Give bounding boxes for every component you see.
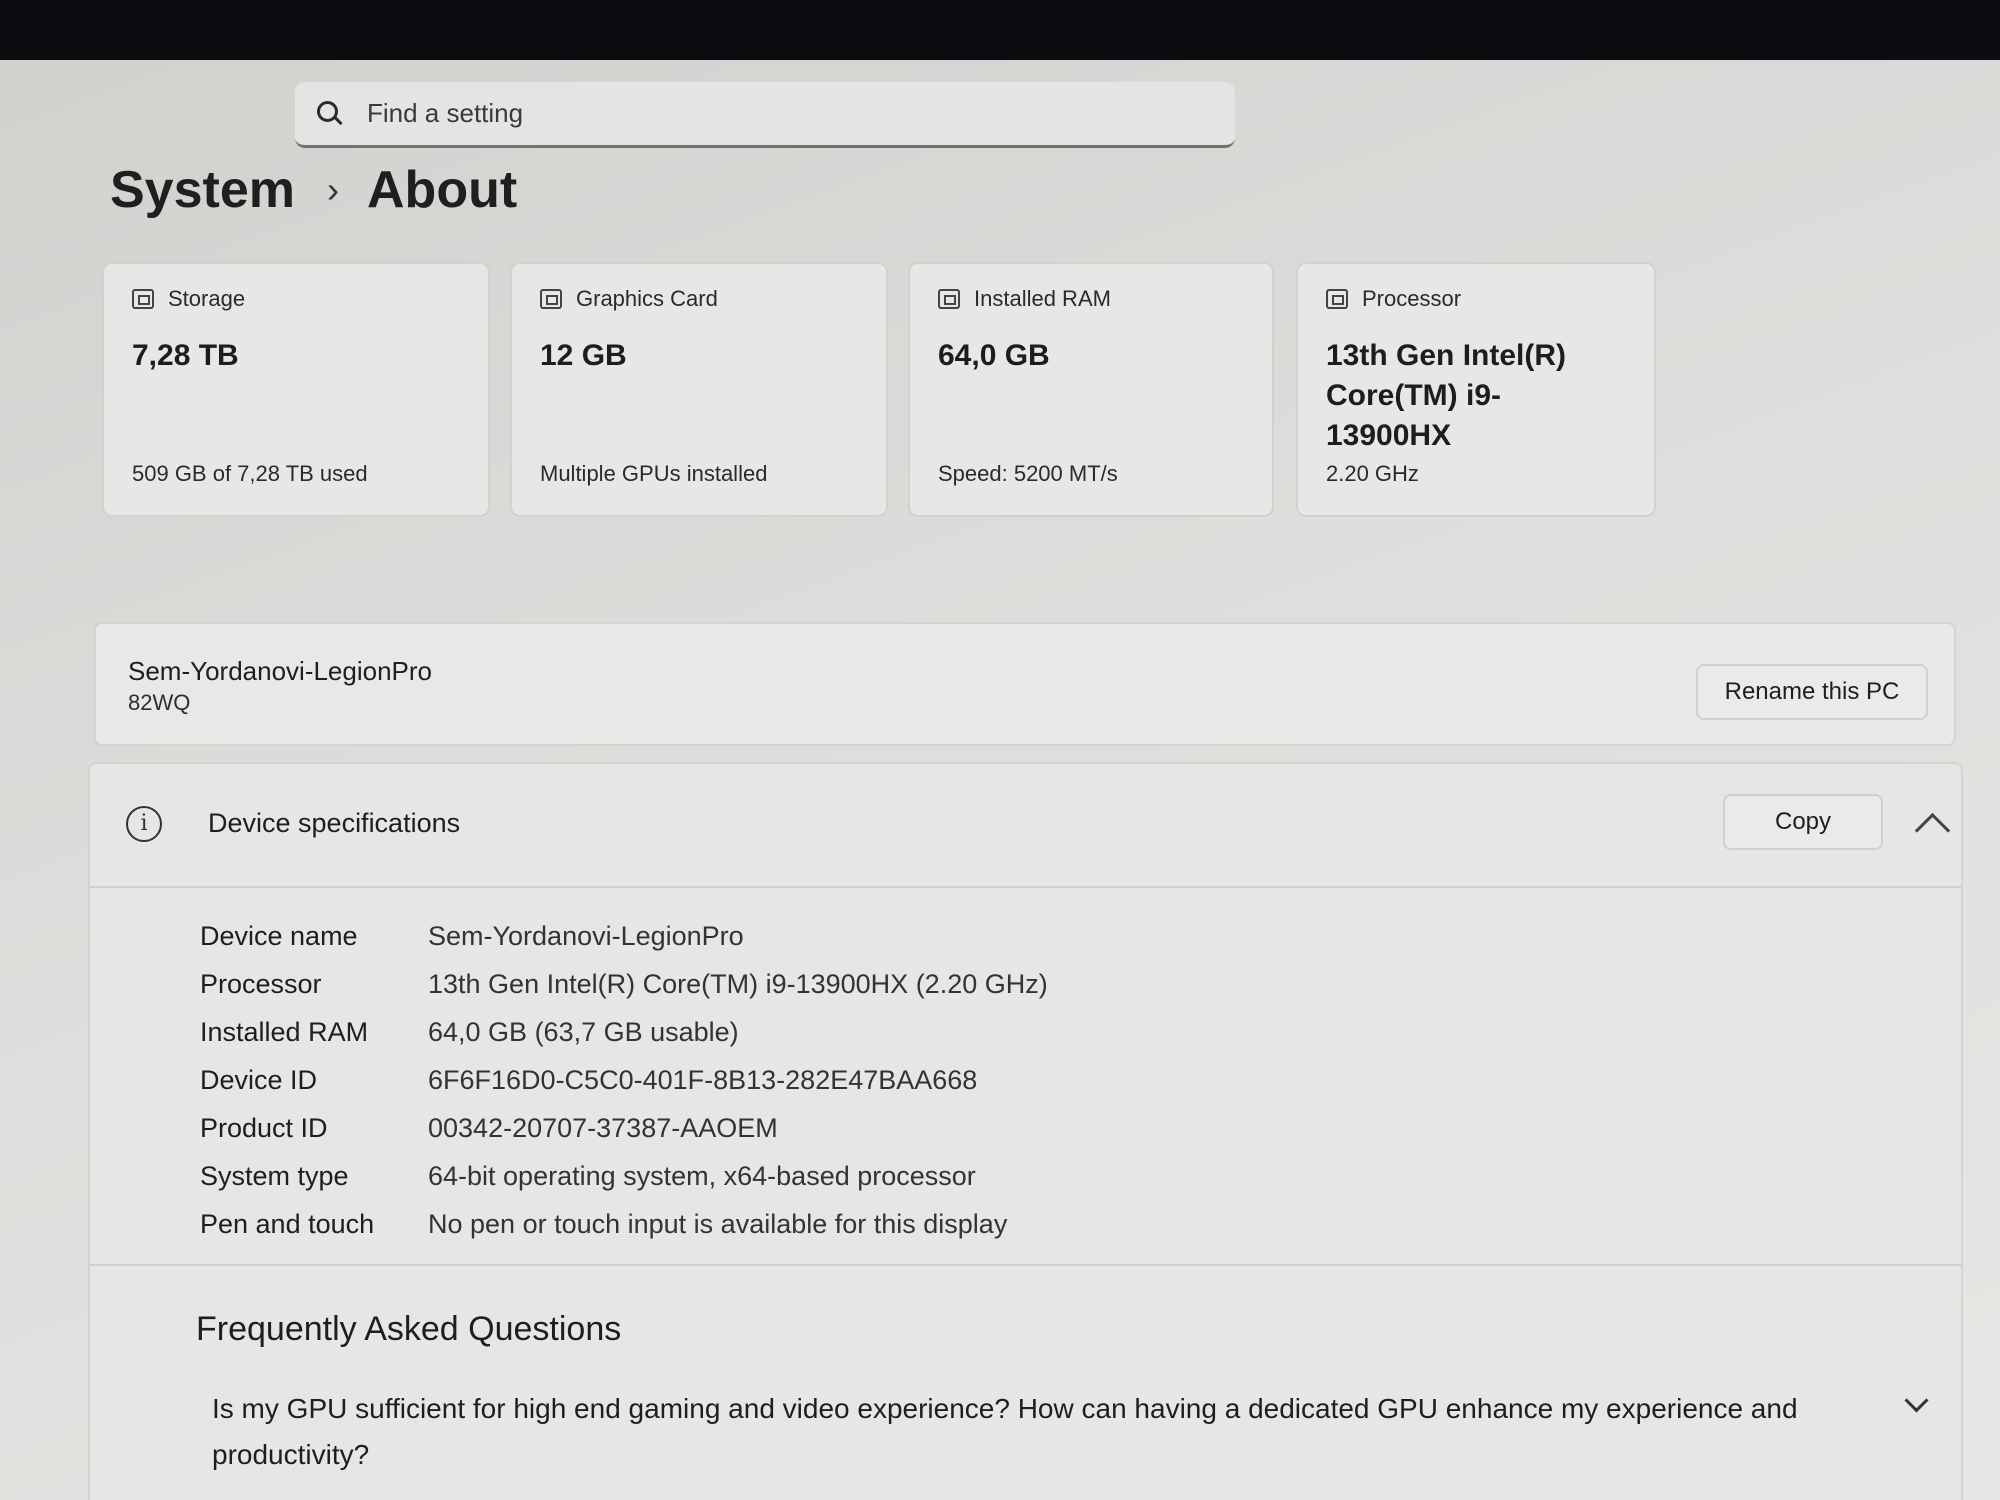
breadcrumb-system[interactable]: System — [110, 160, 295, 220]
table-row: Device ID 6F6F16D0-C5C0-401F-8B13-282E47… — [200, 1056, 1048, 1104]
spec-value: 00342-20707-37387-AAOEM — [428, 1112, 778, 1143]
card-value: 7,28 TB — [132, 339, 239, 372]
pc-model: 82WQ — [128, 690, 191, 715]
processor-card[interactable]: Processor 13th Gen Intel(R) Core(TM) i9-… — [1296, 262, 1656, 517]
section-title: Device specifications — [208, 808, 461, 838]
card-subtext: 2.20 GHz — [1326, 461, 1419, 486]
pc-name: Sem-Yordanovi-LegionPro — [128, 656, 433, 686]
processor-icon — [1326, 289, 1348, 309]
spec-label: Installed RAM — [200, 1016, 369, 1047]
card-header: Storage — [132, 286, 460, 312]
card-subtext: 509 GB of 7,28 TB used — [132, 461, 368, 486]
spec-label: Processor — [200, 968, 322, 999]
installed-ram-card[interactable]: Installed RAM 64,0 GB Speed: 5200 MT/s — [908, 262, 1274, 517]
spec-label: Pen and touch — [200, 1208, 375, 1239]
table-row: Processor 13th Gen Intel(R) Core(TM) i9-… — [200, 960, 1048, 1008]
card-title: Storage — [168, 286, 246, 311]
device-specifications-header[interactable]: i Device specifications Copy — [90, 764, 1961, 888]
copy-button[interactable]: Copy — [1723, 794, 1883, 850]
screen-bezel — [0, 0, 2000, 60]
ram-icon — [938, 289, 960, 309]
storage-card[interactable]: Storage 7,28 TB 509 GB of 7,28 TB used — [102, 262, 490, 517]
device-specifications-panel: i Device specifications Copy Device name… — [88, 762, 1963, 1500]
spec-value: No pen or touch input is available for t… — [428, 1208, 1008, 1239]
card-title: Graphics Card — [576, 286, 718, 311]
spec-label: Device name — [200, 920, 358, 951]
info-icon: i — [126, 806, 162, 842]
chevron-right-icon: › — [327, 169, 339, 210]
spec-value: 64,0 GB (63,7 GB usable) — [428, 1016, 739, 1047]
spec-label: Product ID — [200, 1112, 328, 1143]
faq-question[interactable]: Is my GPU sufficient for high end gaming… — [212, 1386, 1852, 1478]
page-title: About — [367, 161, 518, 219]
spec-label: System type — [200, 1160, 349, 1191]
table-row: Installed RAM 64,0 GB (63,7 GB usable) — [200, 1008, 1048, 1056]
card-title: Processor — [1362, 286, 1462, 311]
table-row: Product ID 00342-20707-37387-AAOEM — [200, 1104, 1048, 1152]
spec-value: 13th Gen Intel(R) Core(TM) i9-13900HX (2… — [428, 968, 1048, 999]
spec-value: Sem-Yordanovi-LegionPro — [428, 920, 744, 951]
faq-title: Frequently Asked Questions — [196, 1310, 622, 1348]
search-icon — [317, 100, 343, 127]
card-value: 12 GB — [540, 339, 627, 372]
card-title: Installed RAM — [974, 286, 1111, 311]
storage-icon — [132, 289, 154, 309]
chevron-up-icon[interactable] — [1914, 812, 1951, 849]
card-header: Installed RAM — [938, 286, 1244, 312]
table-row: Device name Sem-Yordanovi-LegionPro — [200, 912, 1048, 960]
table-row: System type 64-bit operating system, x64… — [200, 1152, 1048, 1200]
card-value: 64,0 GB — [938, 339, 1050, 372]
table-row: Pen and touch No pen or touch input is a… — [200, 1200, 1048, 1248]
rename-pc-button[interactable]: Rename this PC — [1696, 664, 1928, 720]
spec-value: 64-bit operating system, x64-based proce… — [428, 1160, 976, 1191]
breadcrumb: System › About — [110, 160, 517, 220]
card-header: Processor — [1326, 286, 1626, 312]
card-subtext: Multiple GPUs installed — [540, 461, 768, 486]
card-subtext: Speed: 5200 MT/s — [938, 461, 1118, 486]
spec-table: Device name Sem-Yordanovi-LegionPro Proc… — [200, 912, 1048, 1248]
card-value: 13th Gen Intel(R) Core(TM) i9-13900HX — [1326, 339, 1567, 452]
spec-label: Device ID — [200, 1064, 318, 1095]
graphics-card-icon — [540, 289, 562, 309]
search-box[interactable] — [295, 82, 1235, 148]
graphics-card-card[interactable]: Graphics Card 12 GB Multiple GPUs instal… — [510, 262, 888, 517]
pc-name-panel: Sem-Yordanovi-LegionPro 82WQ Rename this… — [94, 622, 1956, 746]
search-input[interactable] — [365, 97, 1209, 130]
card-header: Graphics Card — [540, 286, 858, 312]
chevron-down-icon[interactable] — [1904, 1388, 1929, 1413]
spec-value: 6F6F16D0-C5C0-401F-8B13-282E47BAA668 — [428, 1064, 978, 1095]
divider — [90, 1264, 1961, 1266]
